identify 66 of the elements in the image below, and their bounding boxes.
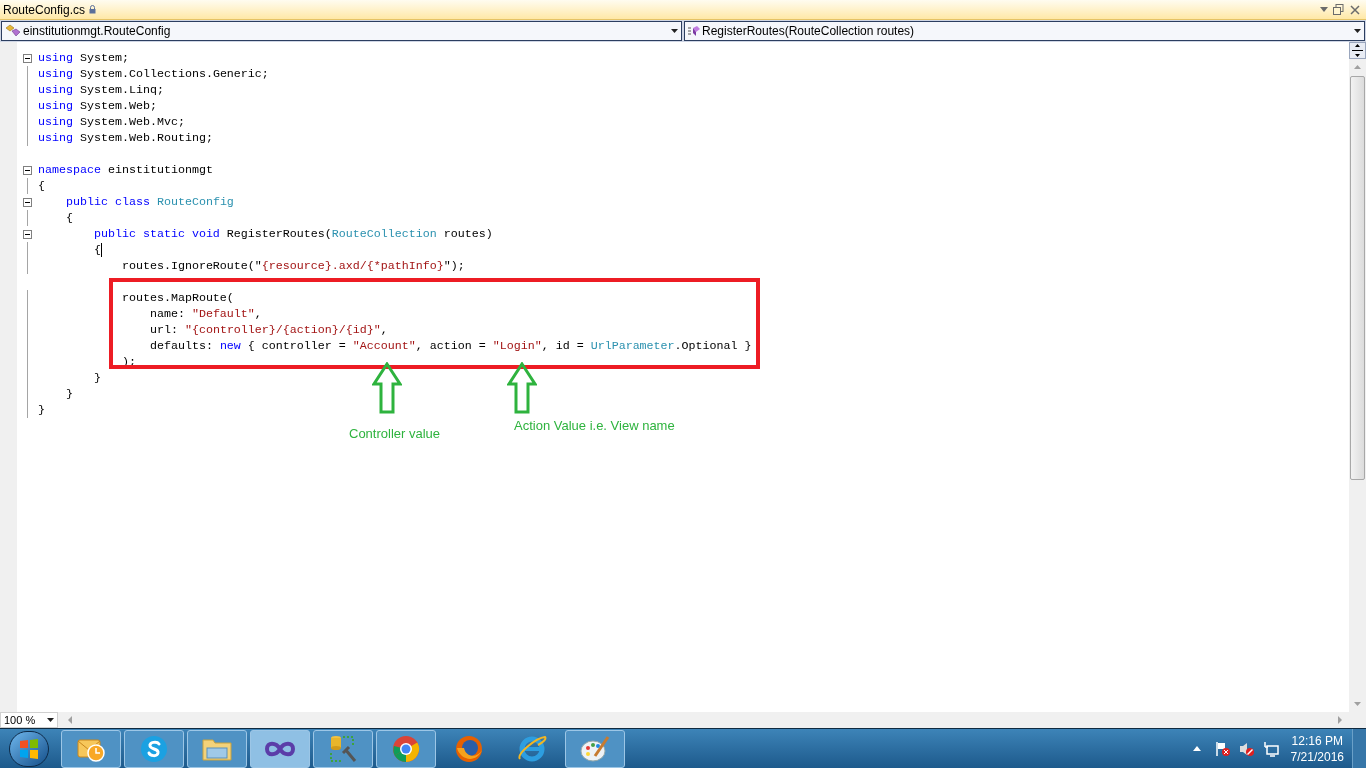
annotation-label: Action Value i.e. View name	[514, 417, 675, 435]
speaker-muted-icon[interactable]	[1238, 740, 1255, 757]
taskbar-button[interactable]	[376, 729, 436, 768]
globe-ring-icon	[516, 733, 548, 764]
up-arrow-annotation	[372, 362, 402, 414]
caret-icon	[671, 29, 678, 33]
scroll-right-icon[interactable]	[1336, 715, 1344, 725]
collapse-icon[interactable]	[23, 53, 32, 63]
scroll-left-icon[interactable]	[66, 715, 74, 725]
taskbar-button[interactable]	[250, 729, 310, 768]
scroll-thumb[interactable]	[1350, 76, 1365, 480]
code-line: {	[64, 210, 73, 226]
member-dropdown[interactable]: RegisterRoutes(RouteCollection routes)	[684, 21, 1365, 41]
code-line: url: "{controller}/{action}/{id}",	[148, 322, 388, 338]
code-line: {	[92, 242, 102, 258]
fox-globe-icon	[454, 733, 484, 764]
code-line: using System;	[38, 50, 129, 66]
code-line: namespace einstitutionmgt	[38, 162, 213, 178]
clock-date[interactable]: 7/21/2016	[1290, 748, 1344, 765]
code-line: using System.Collections.Generic;	[38, 66, 269, 82]
taskbar-button[interactable]	[187, 729, 247, 768]
code-line: }	[92, 370, 101, 386]
code-line: using System.Web;	[38, 98, 157, 114]
class-icon	[5, 24, 21, 38]
code-line: using System.Web.Mvc;	[38, 114, 185, 130]
lock-icon	[89, 5, 97, 14]
start-button[interactable]	[9, 730, 49, 767]
flag-error-icon[interactable]	[1214, 740, 1231, 757]
collapse-icon[interactable]	[23, 197, 32, 207]
document-tab-title[interactable]: RouteConfig.cs	[0, 0, 86, 19]
code-line: using System.Linq;	[38, 82, 164, 98]
member-dropdown-value: RegisterRoutes(RouteCollection routes)	[702, 23, 916, 40]
code-line: using System.Web.Routing;	[38, 130, 213, 146]
taskbar-button[interactable]	[61, 729, 121, 768]
caret-icon	[47, 718, 54, 722]
type-dropdown-value: einstitutionmgt.RouteConfig	[23, 23, 172, 40]
clock-time[interactable]: 12:16 PM	[1291, 732, 1343, 749]
split-handle-icon[interactable]	[1349, 42, 1366, 59]
collapse-icon[interactable]	[23, 229, 32, 239]
code-line: name: "Default",	[148, 306, 262, 322]
chrome-logo-icon	[391, 733, 421, 764]
close-icon[interactable]	[1350, 4, 1360, 15]
dropdown-caret-icon[interactable]	[1320, 7, 1328, 12]
taskbar-button[interactable]	[313, 729, 373, 768]
code-line: routes.MapRoute(	[120, 290, 234, 306]
taskbar-button[interactable]	[565, 729, 625, 768]
restore-icon[interactable]	[1333, 4, 1344, 15]
zoom-dropdown[interactable]: 100 %	[0, 712, 58, 728]
show-hidden-icons-icon[interactable]	[1192, 746, 1201, 751]
method-icon	[688, 25, 700, 37]
code-line: }	[38, 402, 45, 418]
collapse-icon[interactable]	[23, 165, 32, 175]
up-arrow-annotation	[507, 362, 537, 414]
taskbar-button[interactable]	[124, 729, 184, 768]
code-line: {	[38, 178, 45, 194]
code-line: public class RouteConfig	[64, 194, 234, 210]
windows-logo-icon	[19, 738, 39, 759]
network-icon[interactable]	[1262, 740, 1279, 757]
code-line: routes.IgnoreRoute("{resource}.axd/{*pathInfo}");	[120, 258, 465, 274]
code-line: }	[64, 386, 73, 402]
code-line: defaults: new { controller = "Account", action = "Login", id = UrlParameter.Optional }	[148, 338, 752, 354]
type-dropdown[interactable]: einstitutionmgt.RouteConfig	[1, 21, 682, 41]
caret-icon	[1354, 29, 1361, 33]
code-line: public static void RegisterRoutes(RouteCollection routes)	[92, 226, 493, 242]
skype-logo-icon	[139, 733, 169, 764]
annotation-label: Controller value	[349, 425, 441, 443]
